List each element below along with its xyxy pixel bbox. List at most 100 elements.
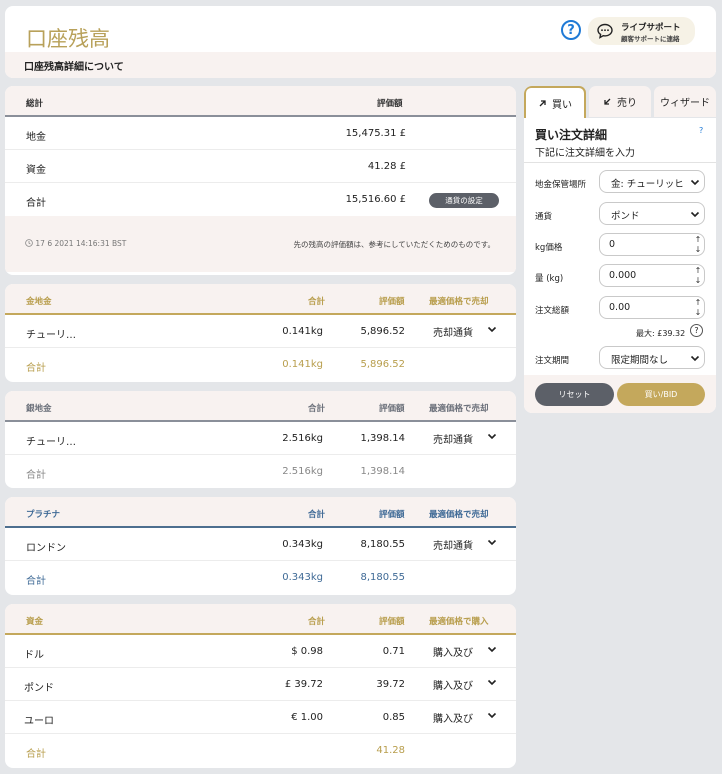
col-action-header: 最適価格で購入	[429, 617, 489, 627]
amount: € 1.00	[291, 712, 323, 723]
total-row: 合計 0.343kg 8,180.55	[5, 561, 516, 594]
table-row: チューリ… 2.516kg 1,398.14 売却通貨	[5, 422, 516, 455]
silver-panel: 銀地金 合計 評価額 最適価格で売却 チューリ… 2.516kg 1,398.1…	[5, 391, 516, 488]
period-select[interactable]: 限定期間なし	[599, 346, 705, 369]
quantity-input[interactable]: 0.000 ↑ ↓	[599, 264, 705, 287]
timestamp: 17 6 2021 14:16:31 BST	[25, 239, 126, 248]
order-footer: リセット 買い/BID	[524, 375, 716, 413]
col-total-header: 合計	[308, 297, 326, 307]
quantity-label: 量 (kg)	[535, 274, 564, 284]
storage-label: 地金保管場所	[535, 180, 587, 190]
table-row: 合計 15,516.60 £ 通貨の設定	[5, 183, 516, 216]
table-row: ポンド £ 39.72 39.72 購入及び	[5, 668, 516, 701]
valuation-note: 先の残高の評価額は、参考にしていただくためのものです。	[293, 240, 495, 249]
sell-currency-select[interactable]: 売却通貨	[433, 429, 503, 447]
max-amount: 最大: £39.32	[636, 329, 686, 338]
gold-title: 金地金	[26, 297, 52, 307]
value: 0.85	[382, 712, 405, 723]
silver-header: 銀地金 合計 評価額 最適価格で売却	[5, 391, 516, 422]
price-label: kg価格	[535, 243, 563, 253]
order-help-icon[interactable]: ?	[699, 126, 703, 135]
currency-select[interactable]: ポンド	[599, 202, 705, 225]
amount: $ 0.98	[291, 646, 323, 657]
stepper-arrows-icon[interactable]: ↑ ↓	[693, 266, 703, 286]
stepper-arrows-icon[interactable]: ↑ ↓	[693, 298, 703, 318]
currency-name: ドル	[24, 650, 44, 661]
order-panel: 買い 売り ウィザード 買い注文詳細 ? 下記に注文詳細を入力 地金保管場所 金…	[524, 86, 716, 413]
total-value: 1,398.14	[360, 466, 405, 477]
chevron-down-icon	[690, 179, 700, 186]
page-title: 口座残高	[26, 27, 110, 51]
buy-select[interactable]: 購入及び	[433, 708, 503, 726]
help-button[interactable]: ?	[561, 20, 581, 40]
chevron-down-icon	[487, 679, 497, 686]
sell-currency-select[interactable]: 売却通貨	[433, 535, 503, 553]
live-support-button[interactable]: ライブサポート 顧客サポートに連絡	[588, 17, 695, 45]
price-input[interactable]: 0 ↑ ↓	[599, 233, 705, 256]
order-total-input[interactable]: 0.00 ↑ ↓	[599, 296, 705, 319]
reset-button[interactable]: リセット	[535, 383, 614, 406]
col-value-header: 評価額	[377, 99, 403, 109]
tab-wizard-label: ウィザード	[660, 98, 710, 109]
col-total-header: 合計	[308, 510, 326, 520]
currency-settings-button[interactable]: 通貨の設定	[429, 193, 499, 208]
col-action-header: 最適価格で売却	[429, 404, 489, 414]
buy-bid-button[interactable]: 買い/BID	[617, 383, 705, 406]
row-value: 15,475.31 £	[345, 128, 406, 139]
gold-header: 金地金 合計 評価額 最適価格で売却	[5, 284, 516, 315]
stepper-arrows-icon[interactable]: ↑ ↓	[693, 235, 703, 255]
order-total-label: 注文総額	[535, 306, 570, 316]
platinum-panel: プラチナ 合計 評価額 最適価格で売却 ロンドン 0.343kg 8,180.5…	[5, 497, 516, 595]
tab-buy[interactable]: 買い	[524, 86, 586, 118]
quantity: 2.516kg	[282, 433, 323, 444]
total-value: 41.28	[376, 745, 405, 756]
col-total-header: 合計	[308, 404, 326, 414]
total-quantity: 0.343kg	[282, 572, 323, 583]
tab-wizard[interactable]: ウィザード	[654, 86, 716, 117]
col-total-header: 総計	[26, 99, 44, 109]
chevron-down-icon	[487, 326, 497, 333]
platinum-title: プラチナ	[26, 510, 61, 520]
order-title: 買い注文詳細	[535, 128, 608, 142]
arrow-up-right-icon	[539, 99, 546, 106]
summary-panel: 総計 評価額 地金 15,475.31 £ 資金 41.28 £ 合計 15,5…	[5, 86, 516, 275]
total-row: 合計 0.141kg 5,896.52	[5, 348, 516, 381]
storage-select[interactable]: 金: チューリッヒ	[599, 170, 705, 193]
buy-select[interactable]: 購入及び	[433, 675, 503, 693]
tab-sell-label: 売り	[617, 98, 637, 109]
col-value-header: 評価額	[379, 510, 405, 520]
chevron-down-icon	[487, 646, 497, 653]
summary-footer: 17 6 2021 14:16:31 BST 先の残高の評価額は、参考にしていた…	[5, 216, 516, 272]
arrow-down-left-icon	[604, 98, 611, 105]
col-total-header: 合計	[308, 617, 326, 627]
tab-buy-label: 買い	[552, 99, 572, 111]
total-row: 合計 2.516kg 1,398.14	[5, 455, 516, 488]
max-help-icon[interactable]: ?	[690, 324, 703, 337]
funds-header: 資金 合計 評価額 最適価格で購入	[5, 604, 516, 635]
total-label: 合計	[26, 470, 46, 481]
gold-panel: 金地金 合計 評価額 最適価格で売却 チューリ… 0.141kg 5,896.5…	[5, 284, 516, 382]
sell-currency-select[interactable]: 売却通貨	[433, 322, 503, 340]
row-label: 資金	[26, 165, 46, 176]
row-value: 15,516.60 £	[345, 194, 406, 205]
silver-title: 銀地金	[26, 404, 52, 414]
balance-details-link[interactable]: 口座残高詳細について	[24, 58, 124, 73]
chevron-down-icon	[690, 355, 700, 362]
row-label: 地金	[26, 132, 46, 143]
value: 8,180.55	[360, 539, 405, 550]
order-subtitle: 下記に注文詳細を入力	[535, 148, 635, 159]
buy-select[interactable]: 購入及び	[433, 642, 503, 660]
clock-icon	[25, 239, 33, 247]
total-label: 合計	[26, 576, 46, 587]
col-action-header: 最適価格で売却	[429, 510, 489, 520]
table-row: チューリ… 0.141kg 5,896.52 売却通貨	[5, 315, 516, 348]
row-label: 合計	[26, 198, 46, 209]
chevron-down-icon	[487, 539, 497, 546]
tab-sell[interactable]: 売り	[589, 86, 651, 117]
divider	[524, 162, 716, 163]
period-label: 注文期間	[535, 356, 570, 366]
live-support-subtitle: 顧客サポートに連絡	[621, 35, 680, 43]
table-row: ロンドン 0.343kg 8,180.55 売却通貨	[5, 528, 516, 561]
quantity: 0.141kg	[282, 326, 323, 337]
chevron-down-icon	[487, 433, 497, 440]
